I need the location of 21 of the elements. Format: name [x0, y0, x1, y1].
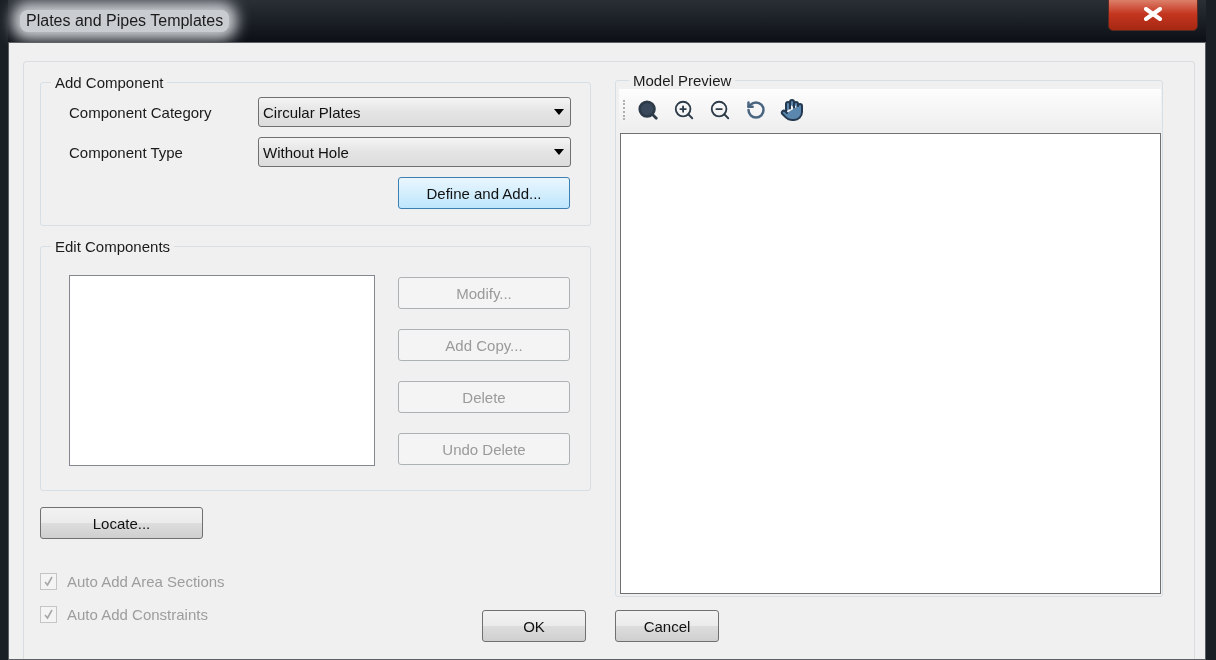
- define-and-add-button[interactable]: Define and Add...: [398, 177, 570, 209]
- close-button[interactable]: [1108, 0, 1198, 31]
- ok-button[interactable]: OK: [482, 610, 586, 642]
- checkbox-label: Auto Add Constraints: [67, 605, 208, 623]
- check-icon: [43, 575, 54, 587]
- close-icon: [1143, 7, 1163, 21]
- group-title: Model Preview: [632, 72, 733, 89]
- dropdown[interactable]: Circular Plates: [258, 97, 571, 127]
- locate-button[interactable]: Locate...: [40, 507, 203, 539]
- caret-icon: [554, 109, 564, 115]
- window-title: Plates and Pipes Templates: [20, 10, 230, 32]
- toolbar-grip[interactable]: [623, 100, 626, 120]
- field-label: Component Type: [69, 143, 184, 161]
- group-title: Edit Components: [54, 238, 172, 255]
- field-label: Component Category: [69, 103, 213, 121]
- dropdown[interactable]: Without Hole: [258, 137, 571, 167]
- checkbox-label: Auto Add Area Sections: [67, 572, 225, 590]
- caret-icon: [554, 149, 564, 155]
- check-icon: [43, 608, 54, 620]
- cancel-button[interactable]: Cancel: [615, 610, 719, 642]
- group-title: Add Component: [54, 74, 165, 91]
